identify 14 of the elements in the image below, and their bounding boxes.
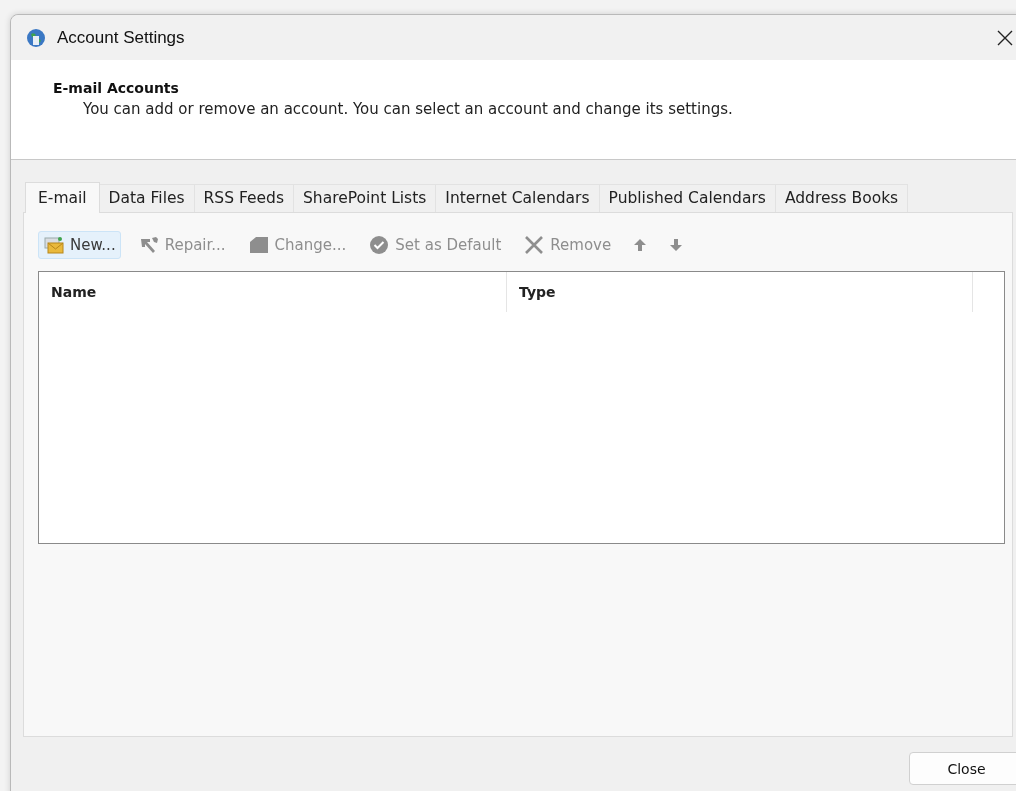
column-header[interactable]: Name [39, 272, 507, 312]
tab[interactable]: Address Books [774, 184, 909, 212]
folder-icon [247, 235, 270, 255]
envelope-icon [43, 235, 65, 255]
close-button[interactable]: Close [909, 752, 1016, 785]
globe-icon [25, 26, 47, 49]
check-circle-icon [368, 235, 391, 255]
window-title: Account Settings [57, 27, 185, 48]
tab[interactable]: E-mail [25, 182, 100, 213]
x-icon [523, 235, 546, 255]
column-header[interactable]: Type [507, 272, 973, 312]
section-description: You can add or remove an account. You can select an account and change its settings. [83, 100, 734, 118]
section-title: E-mail Accounts [53, 80, 180, 96]
toolbar-button[interactable]: New... [38, 231, 121, 259]
